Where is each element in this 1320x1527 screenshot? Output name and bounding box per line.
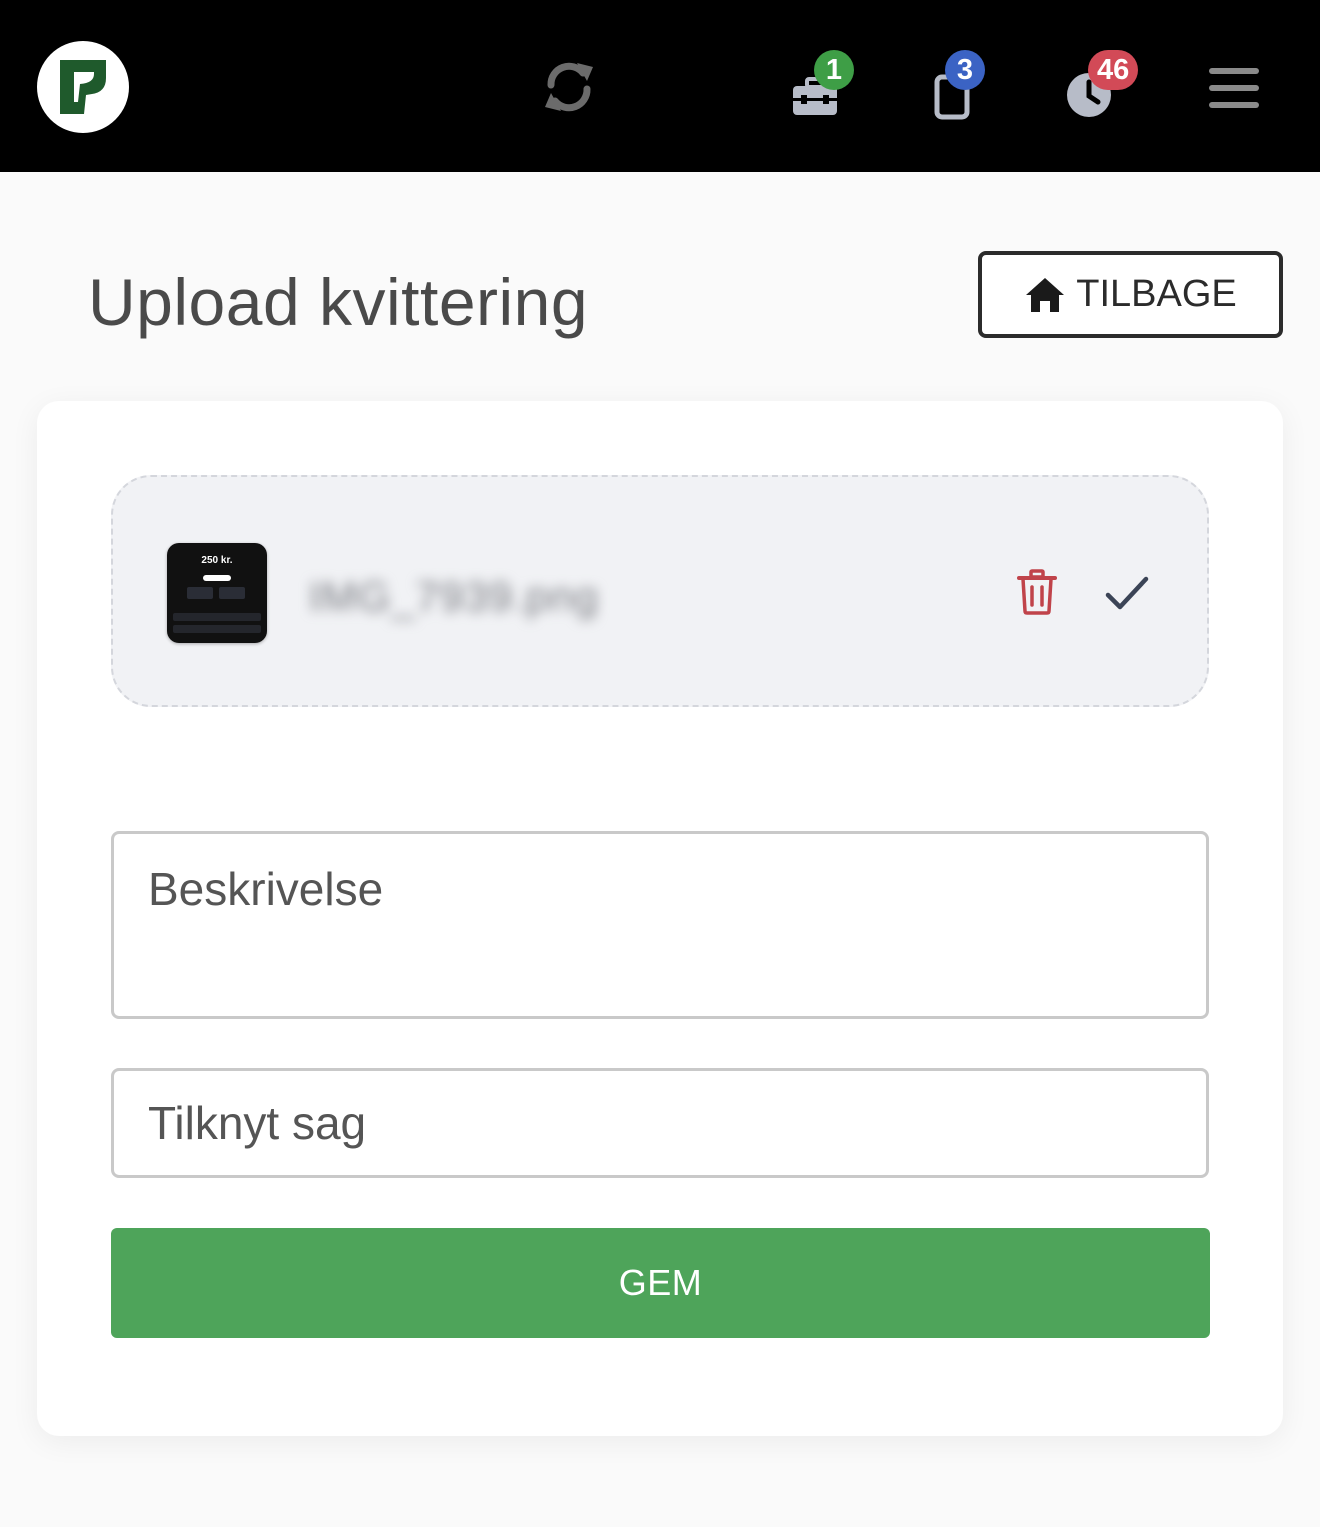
back-button[interactable]: TILBAGE xyxy=(978,251,1283,338)
thumbnail-row xyxy=(173,625,261,633)
confirm-file-button[interactable] xyxy=(1103,573,1151,613)
delete-file-button[interactable] xyxy=(1015,567,1059,617)
trash-icon xyxy=(1017,569,1057,615)
file-name: IMG_7939.png xyxy=(309,573,599,620)
sync-icon xyxy=(545,62,593,112)
home-icon xyxy=(1026,277,1065,312)
thumbnail-amount: 250 kr. xyxy=(201,555,233,566)
menu-button[interactable] xyxy=(1208,64,1260,112)
description-field[interactable] xyxy=(111,831,1209,1019)
receipt-thumbnail: 250 kr. xyxy=(167,543,267,643)
file-dropzone[interactable]: 250 kr. IMG_7939.png xyxy=(111,475,1209,707)
top-navigation-bar: 1 3 46 xyxy=(0,0,1320,172)
case-field[interactable] xyxy=(111,1068,1209,1178)
thumbnail-box xyxy=(187,587,213,599)
thumbnail-pill xyxy=(203,575,231,581)
thumbnail-row xyxy=(173,613,261,621)
upload-card: 250 kr. IMG_7939.png GEM xyxy=(37,401,1283,1436)
sync-button[interactable] xyxy=(540,58,598,116)
app-logo[interactable] xyxy=(37,41,129,133)
hamburger-menu-icon xyxy=(1209,68,1259,108)
tablet-badge: 3 xyxy=(945,50,985,90)
clock-badge: 46 xyxy=(1088,50,1139,90)
back-button-label: TILBAGE xyxy=(1076,273,1237,315)
toolbox-badge: 1 xyxy=(814,50,854,90)
save-button[interactable]: GEM xyxy=(111,1228,1210,1338)
page-title: Upload kvittering xyxy=(88,265,589,339)
checkmark-icon xyxy=(1105,576,1149,610)
thumbnail-box xyxy=(219,587,245,599)
logo-icon xyxy=(60,60,106,114)
